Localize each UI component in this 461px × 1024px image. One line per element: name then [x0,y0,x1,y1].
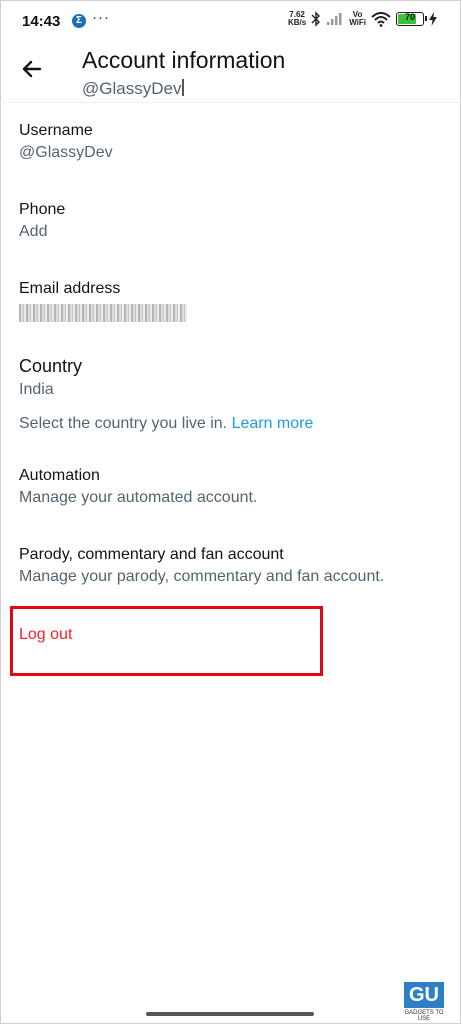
setting-phone-label: Phone [19,201,66,218]
setting-country-value: India [19,381,54,398]
setting-automation-value: Manage your automated account. [19,489,258,506]
text-cursor [182,79,185,96]
setting-phone[interactable]: Phone Add [19,201,65,241]
country-hint-text: Select the country you live in. [19,415,228,432]
setting-automation[interactable]: Automation Manage your automated account… [19,467,257,507]
setting-country[interactable]: Country India Select the country you liv… [19,356,439,433]
bluetooth-icon [311,11,321,27]
watermark-logo-mark: GU [404,982,444,1008]
setting-phone-value: Add [19,223,48,240]
setting-country-label: Country [19,356,83,376]
setting-email[interactable]: Email address [19,280,187,322]
learn-more-link[interactable]: Learn more [232,415,314,432]
setting-automation-label: Automation [19,467,100,484]
setting-username-value: @GlassyDev [19,144,113,161]
setting-email-label: Email address [19,280,121,297]
network-speed: 7.62 KB/s [288,11,306,27]
wifi-icon [371,11,391,27]
redacted-email-value [19,304,187,322]
status-icons: 7.62 KB/s Vo WiFi 70 [288,11,437,27]
vowifi-bottom: WiFi [349,18,366,27]
setting-username[interactable]: Username @GlassyDev [19,122,113,162]
setting-parody[interactable]: Parody, commentary and fan account Manag… [19,546,384,586]
battery-icon: 70 [396,12,427,26]
home-indicator[interactable] [146,1012,314,1016]
page-title: Account information [82,47,286,73]
watermark-logo: GU GADGETS TO USE [401,982,447,1022]
country-hint: Select the country you live in. Learn mo… [19,415,439,433]
page-header: Account information @GlassyDev [0,42,461,103]
app-notification-icon: Σ [72,14,86,28]
highlight-box [10,606,323,676]
status-time: 14:43 [22,13,61,30]
vowifi-indicator: Vo WiFi [349,11,366,27]
charging-icon [429,12,437,26]
network-speed-unit: KB/s [287,18,307,27]
signal-icon [327,13,342,25]
setting-parody-value: Manage your parody, commentary and fan a… [19,568,385,585]
back-arrow-icon[interactable] [18,54,48,84]
battery-level: 70 [404,12,415,22]
page-subtitle: @GlassyDev [82,79,185,99]
watermark-text: GADGETS TO USE [404,1010,444,1022]
setting-parody-label: Parody, commentary and fan account [19,546,284,563]
page-subtitle-text: @GlassyDev [82,79,182,98]
more-notifications-icon: ··· [92,9,110,26]
setting-username-label: Username [19,122,93,139]
status-bar: 14:43 Σ ··· 7.62 KB/s Vo WiFi 70 [0,0,461,42]
